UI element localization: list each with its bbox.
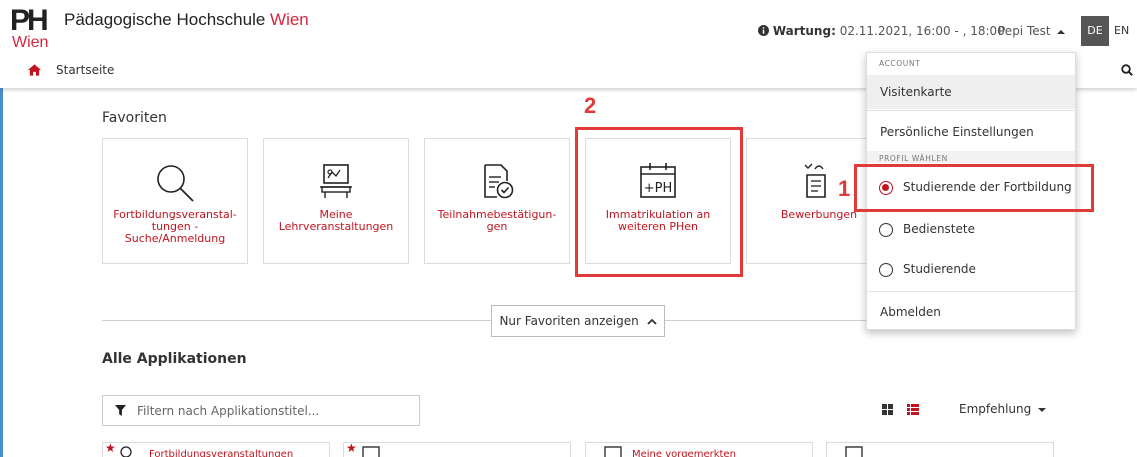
divider-right: [665, 320, 875, 321]
lecture-board-icon: [362, 446, 380, 457]
logo-mark: PH: [10, 4, 49, 37]
info-icon: [758, 25, 769, 36]
fav-card-label: Fortbildungsveranstal-tungen - Suche/Anm…: [113, 208, 237, 245]
fav-card-label: Meine Lehrveranstaltungen: [278, 208, 394, 233]
sort-dropdown[interactable]: Empfehlung: [959, 402, 1047, 416]
caret-up-icon: [1057, 30, 1066, 34]
favorite-star-icon[interactable]: ★: [346, 441, 357, 455]
search-icon[interactable]: [1121, 64, 1133, 76]
sort-label: Empfehlung: [959, 402, 1032, 416]
menu-item-visitenkarte[interactable]: Visitenkarte: [867, 75, 1075, 109]
user-name: Pepi Test: [998, 24, 1051, 38]
home-icon[interactable]: [28, 64, 41, 76]
favorites-only-label: Nur Favoriten anzeigen: [499, 314, 639, 328]
favorite-star-icon[interactable]: ★: [105, 441, 116, 455]
highlight-box-1: [854, 164, 1094, 212]
user-menu-toggle[interactable]: Pepi Test: [998, 24, 1066, 38]
profile-label: Bedienstete: [903, 222, 975, 236]
menu-divider: [867, 110, 1075, 111]
maintenance-notice: Wartung: 02.11.2021, 16:00 - , 18:00: [758, 24, 1005, 38]
highlight-box-2: [575, 127, 743, 277]
app-card-label: Fortbildungsveranstaltungen: [149, 449, 294, 457]
list-view-icon[interactable]: [907, 404, 919, 415]
app-card[interactable]: Meine vorgemerkten: [585, 442, 813, 457]
filter-input[interactable]: [137, 401, 407, 421]
lang-de-button[interactable]: DE: [1081, 16, 1109, 46]
fav-card-fortbildung[interactable]: Fortbildungsveranstal-tungen - Suche/Anm…: [102, 138, 248, 264]
certificate-check-icon: [484, 164, 514, 199]
app-card-label: Meine vorgemerkten: [632, 449, 736, 457]
lang-en-button[interactable]: EN: [1114, 16, 1129, 46]
menu-divider: [867, 291, 1075, 292]
logo-city: Wien: [12, 34, 49, 51]
fav-card-teilnahme[interactable]: Teilnahmebestätigun-gen: [424, 138, 570, 264]
caret-down-icon: [1038, 408, 1047, 412]
ph-logo[interactable]: PH Wien: [10, 4, 58, 54]
magnifier-icon: [120, 446, 132, 457]
brand-main: Pädagogische Hochschule: [64, 10, 271, 29]
annotation-marker-2: 2: [584, 93, 597, 118]
chevron-up-icon: [646, 318, 657, 325]
profile-label: Studierende: [903, 262, 976, 276]
fav-card-lehrveranstaltungen[interactable]: Meine Lehrveranstaltungen: [263, 138, 409, 264]
brand-title[interactable]: Pädagogische Hochschule Wien: [64, 10, 309, 30]
app-filter: [102, 395, 420, 426]
app-card[interactable]: [826, 442, 1054, 457]
profile-option-studierende[interactable]: Studierende: [867, 251, 1075, 287]
profile-heading: PROFIL WÄHLEN: [879, 154, 948, 163]
radio-unselected[interactable]: [879, 223, 893, 237]
grid-view-icon[interactable]: [882, 404, 893, 415]
filter-icon: [115, 405, 126, 416]
divider-left: [102, 320, 491, 321]
annotation-marker-1: 1: [838, 176, 851, 201]
fav-card-label: Teilnahmebestätigun-gen: [437, 208, 557, 233]
magnifier-icon: [157, 165, 194, 202]
nav-startseite[interactable]: Startseite: [56, 63, 114, 77]
lecture-board-icon: [320, 164, 352, 198]
brand-accent: Wien: [270, 10, 309, 29]
app-card[interactable]: ★: [343, 441, 571, 457]
lecture-board-icon: [604, 446, 622, 457]
favorites-title: Favoriten: [102, 110, 167, 126]
radio-unselected[interactable]: [879, 263, 893, 277]
lecture-board-icon: [845, 446, 863, 457]
menu-item-settings[interactable]: Persönliche Einstellungen: [867, 115, 1075, 149]
app-card[interactable]: ★ Fortbildungsveranstaltungen: [102, 441, 330, 457]
maintenance-label: Wartung:: [772, 24, 836, 38]
all-apps-title: Alle Applikationen: [102, 351, 247, 367]
menu-item-logout[interactable]: Abmelden: [867, 295, 1075, 329]
profile-option-bedienstete[interactable]: Bedienstete: [867, 211, 1075, 247]
favorites-only-button[interactable]: Nur Favoriten anzeigen: [491, 305, 665, 337]
maintenance-text: 02.11.2021, 16:00 - , 18:00: [839, 24, 1005, 38]
application-icon: [804, 163, 826, 198]
account-heading: ACCOUNT: [879, 59, 921, 68]
